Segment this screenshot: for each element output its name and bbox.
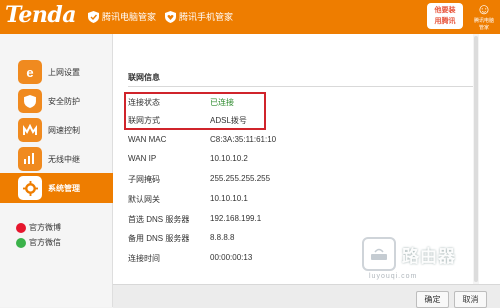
sidebar-item-system-management[interactable]: 系统管理 (0, 173, 113, 203)
row-label-wan-mac: WAN MAC (128, 135, 167, 144)
sidebar-item-label: 安全防护 (48, 96, 80, 106)
heart-shield-icon (165, 10, 176, 23)
pc-manager-label: 腾讯电脑管家 (102, 12, 157, 22)
row-value-connection-time: 00:00:00:13 (210, 253, 253, 262)
row-label-primary-dns: 首选 DNS 服务器 (128, 215, 190, 224)
ok-button[interactable]: 确定 (416, 291, 449, 308)
wechat-label: 官方微信 (29, 238, 61, 247)
row-label-subnet-mask: 子网掩码 (128, 175, 160, 184)
tenda-logo: Tenda (5, 2, 76, 28)
row-value-default-gateway: 10.10.10.1 (210, 194, 248, 203)
sidebar-item-label: 上网设置 (48, 67, 80, 77)
phone-manager-label: 腾讯手机管家 (179, 12, 234, 22)
row-label-connection-type: 联网方式 (128, 116, 160, 125)
gear-icon (18, 176, 42, 200)
row-value-subnet-mask: 255.255.255.255 (210, 174, 271, 183)
shield-icon (88, 10, 99, 23)
sublogo-mark: ☺ (476, 1, 492, 18)
watermark-url: luyouqi.com (369, 273, 418, 280)
official-wechat-link[interactable]: 官方微信 (16, 237, 61, 248)
watermark: 路由器 (362, 237, 494, 271)
watermark-text: 路由器 (402, 246, 456, 266)
sidebar-item-label: 网速控制 (48, 125, 80, 135)
row-value-secondary-dns: 8.8.8.8 (210, 233, 235, 242)
weibo-icon (16, 222, 26, 233)
shield-icon (18, 89, 42, 113)
row-value-connection-status: 已连接 (210, 98, 234, 107)
promo-badge[interactable]: 他要装 用腾讯 (427, 3, 463, 29)
sidebar-item-label: 系统管理 (48, 183, 80, 193)
sublogo-text: 腾讯电脑管家 (473, 18, 494, 31)
phone-manager-link[interactable]: 腾讯手机管家 (165, 10, 233, 23)
row-label-default-gateway: 默认网关 (128, 195, 160, 204)
promo-line-1: 他要装 (434, 7, 456, 14)
e-letter-icon: e (18, 60, 42, 84)
promo-line-2: 用腾讯 (434, 18, 456, 25)
page-title: 联网信息 (128, 73, 160, 82)
sidebar: e 上网设置 安全防护 网速控制 无线中继 系统管理 官方微博 官方微信 (0, 34, 113, 307)
row-value-primary-dns: 192.168.199.1 (210, 214, 262, 223)
relay-icon (18, 147, 42, 171)
speed-bars-icon (18, 118, 42, 142)
sidebar-item-label: 无线中继 (48, 154, 80, 164)
weibo-label: 官方微博 (29, 223, 61, 232)
cancel-button[interactable]: 取消 (454, 291, 487, 308)
sidebar-item-security[interactable]: 安全防护 (0, 86, 112, 116)
top-header: Tenda 腾讯电脑管家 腾讯手机管家 他要装 用腾讯 ☺ 腾讯电脑管家 (0, 0, 500, 34)
row-value-wan-ip: 10.10.10.2 (210, 154, 248, 163)
row-label-secondary-dns: 备用 DNS 服务器 (128, 234, 190, 243)
sidebar-item-wireless-relay[interactable]: 无线中继 (0, 144, 112, 174)
sidebar-item-speed-control[interactable]: 网速控制 (0, 115, 112, 145)
tencent-manager-logo: ☺ 腾讯电脑管家 (472, 2, 496, 32)
row-label-connection-time: 连接时间 (128, 254, 160, 263)
sidebar-item-internet-settings[interactable]: e 上网设置 (0, 57, 112, 87)
title-divider (128, 86, 478, 87)
row-label-connection-status: 连接状态 (128, 98, 160, 107)
row-label-wan-ip: WAN IP (128, 154, 157, 163)
row-value-wan-mac: C8:3A:35:11:61:10 (210, 135, 277, 144)
wechat-icon (16, 237, 26, 248)
pc-manager-link[interactable]: 腾讯电脑管家 (88, 10, 156, 23)
router-icon (362, 237, 396, 271)
row-value-connection-type: ADSL拨号 (210, 116, 247, 125)
action-bar: 确定 取消 (113, 284, 500, 308)
official-weibo-link[interactable]: 官方微博 (16, 222, 61, 233)
